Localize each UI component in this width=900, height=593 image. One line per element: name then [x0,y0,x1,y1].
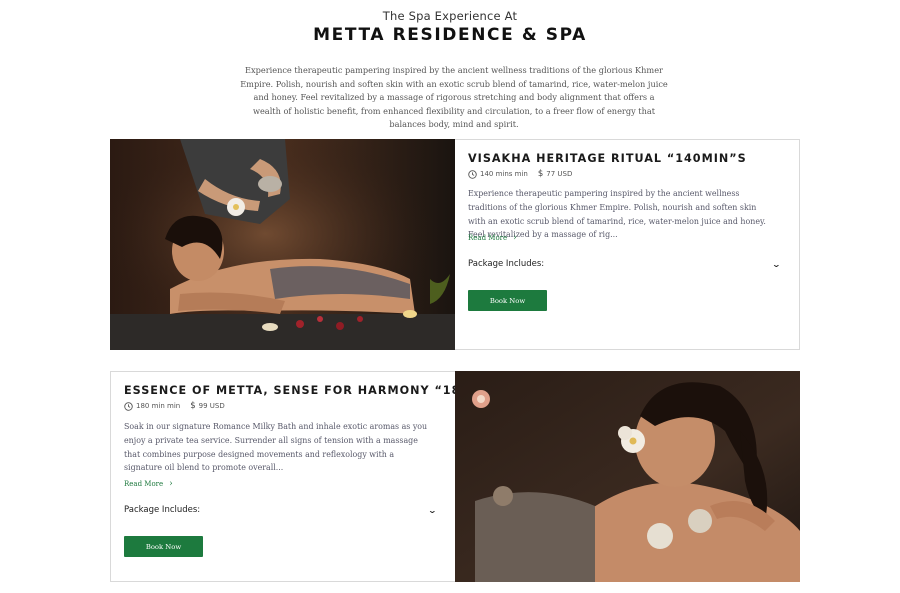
package-includes-label: Package Includes: [124,505,201,515]
package-meta: 180 min min $ 99 USD [124,401,225,411]
chevron-down-icon: ⌄ [427,505,438,515]
chevron-right-icon: › [169,479,173,489]
package-meta: 140 mins min $ 77 USD [468,169,572,179]
clock-icon [468,169,477,179]
package-includes-label: Package Includes: [468,259,545,269]
read-more-label: Read More [124,480,164,488]
package-duration: 140 mins min [480,170,528,178]
package-price: 77 USD [546,170,573,178]
book-now-button[interactable]: Book Now [468,290,547,311]
page-title: METTA RESIDENCE & SPA [313,25,587,45]
chevron-down-icon: ⌄ [771,259,782,269]
intro-paragraph: Experience therapeutic pampering inspire… [240,65,668,129]
spa-relaxation-photo [455,371,800,582]
read-more-label: Read More [468,234,508,242]
section-kicker: The Spa Experience At [382,9,518,23]
book-now-button[interactable]: Book Now [124,536,203,557]
dollar-icon: $ [537,169,544,179]
package-description: Soak in our signature Romance Milky Bath… [124,422,428,473]
package-includes-toggle[interactable]: Package Includes: ⌄ [468,259,782,269]
clock-icon [124,401,133,411]
package-card-essence: ESSENCE OF METTA, SENSE FOR HARMONY “180… [110,371,800,582]
package-duration: 180 min min [136,402,181,410]
package-content: ESSENCE OF METTA, SENSE FOR HARMONY “180… [124,372,504,581]
package-content: VISAKHA HERITAGE RITUAL “140MIN”S 140 mi… [468,140,813,349]
package-includes-toggle[interactable]: Package Includes: ⌄ [124,505,438,515]
read-more-link[interactable]: Read More › [124,479,173,489]
package-price: 99 USD [198,402,225,410]
spa-massage-photo [110,139,455,350]
chevron-right-icon: › [513,233,517,243]
package-title: VISAKHA HERITAGE RITUAL “140MIN”S [468,152,747,165]
package-card-visakha: VISAKHA HERITAGE RITUAL “140MIN”S 140 mi… [110,139,800,350]
package-title: ESSENCE OF METTA, SENSE FOR HARMONY “180… [124,384,506,397]
dollar-icon: $ [190,401,196,411]
read-more-link[interactable]: Read More › [468,233,517,243]
